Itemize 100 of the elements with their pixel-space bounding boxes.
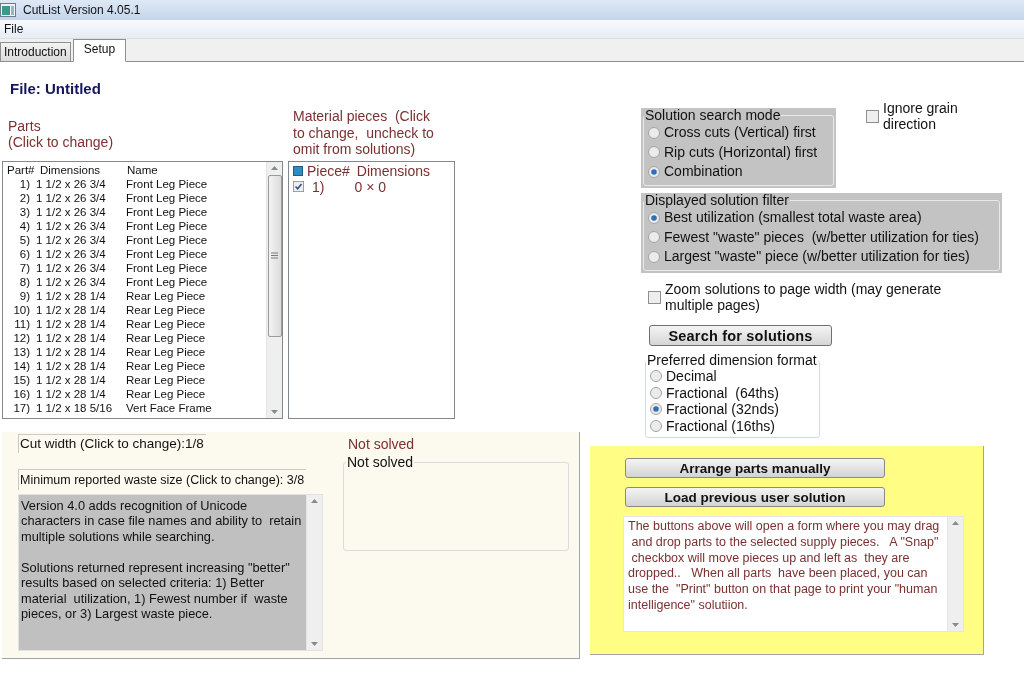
part-dimensions: 1 1/2 x 26 3/4 — [36, 260, 106, 275]
up-arrow-icon[interactable] — [271, 165, 278, 170]
radio-icon[interactable] — [650, 403, 662, 416]
app-icon — [0, 3, 16, 17]
group-title: Preferred dimension format — [646, 353, 818, 368]
part-number: 8) — [19, 274, 30, 289]
part-name: Rear Leg Piece — [126, 344, 206, 359]
notes-text: The buttons above will open a form where you may drag and drop parts to the selected supply pieces. A "Snap" checkbox will move pieces up and left as they are dropped.. When all parts have been placed, you can use the "Print" button on that page to print your "human intelligence" solutiion. — [627, 518, 941, 614]
part-name: Front Leg Piece — [126, 190, 208, 205]
radio-option[interactable]: Fractional (16ths) — [650, 417, 775, 434]
part-dimensions: 1 1/2 x 26 3/4 — [36, 246, 106, 261]
scrollbar[interactable] — [266, 161, 282, 418]
parts-label: Parts (Click to change) — [8, 117, 114, 150]
radio-icon[interactable] — [648, 211, 660, 224]
checkbox-icon[interactable] — [293, 181, 304, 192]
piece-dimensions: 0 × 0 — [354, 178, 386, 195]
scrollbar-thumb[interactable] — [267, 174, 282, 337]
up-arrow-icon[interactable] — [952, 521, 959, 525]
part-dimensions: 1 1/2 x 28 1/4 — [36, 344, 106, 359]
part-number: 12) — [13, 330, 30, 345]
radio-option[interactable]: Rip cuts (Horizontal) first — [648, 142, 818, 162]
part-name: Front Leg Piece — [126, 176, 208, 191]
square-icon — [293, 165, 303, 176]
notes-field[interactable] — [623, 516, 964, 632]
checkbox-icon[interactable] — [866, 110, 879, 123]
radio-option[interactable]: Best utilization (smallest total waste area) — [648, 208, 922, 228]
part-name: Rear Leg Piece — [126, 302, 206, 317]
part-number: 17) — [13, 400, 30, 415]
window-title: CutList Version 4.05.1 — [23, 3, 141, 17]
down-arrow-icon[interactable] — [952, 623, 959, 627]
radio-option[interactable]: Decimal — [650, 368, 717, 385]
checkbox-icon[interactable] — [648, 291, 661, 304]
frame-title: Not solved — [346, 454, 415, 470]
part-name: Front Leg Piece — [126, 246, 208, 261]
part-name: Front Leg Piece — [126, 232, 208, 247]
menu-item[interactable]: File — [4, 22, 24, 36]
part-number: 9) — [19, 288, 30, 303]
radio-option[interactable]: Fewest "waste" pieces (w/better utilization for ties) — [648, 227, 979, 247]
radio-icon[interactable] — [650, 419, 662, 432]
part-dimensions: 1 1/2 x 28 1/4 — [36, 372, 106, 387]
status-label: Not solved — [348, 435, 415, 452]
down-arrow-icon[interactable] — [271, 409, 278, 414]
part-dimensions: 1 1/2 x 28 1/4 — [36, 386, 106, 401]
part-dimensions: 1 1/2 x 28 1/4 — [36, 358, 106, 373]
radio-icon[interactable] — [648, 165, 660, 178]
manual-button[interactable]: Load previous user solution — [625, 487, 885, 507]
part-number: 5) — [19, 232, 30, 247]
tab[interactable]: Setup — [72, 39, 127, 62]
radio-icon[interactable] — [648, 231, 660, 244]
parts-list[interactable] — [2, 160, 283, 419]
group-title: Solution search mode — [644, 108, 782, 123]
up-arrow-icon[interactable] — [311, 498, 318, 503]
column-header: Part# — [7, 162, 35, 177]
column-header: Dimensions — [40, 162, 101, 177]
material-list[interactable]: Piece# Dimensions 1) 0 × 0 — [288, 160, 455, 419]
down-arrow-icon[interactable] — [311, 641, 318, 646]
radio-icon[interactable] — [648, 250, 660, 263]
part-dimensions: 1 1/2 x 18 5/16 — [36, 400, 113, 415]
radio-option[interactable]: Fractional (64ths) — [650, 384, 779, 401]
part-name: Vert Face Frame — [126, 400, 212, 415]
part-number: 3) — [19, 204, 30, 219]
part-number: 14) — [13, 358, 30, 373]
radio-option[interactable]: Combination — [648, 162, 743, 182]
part-number: 16) — [13, 386, 30, 401]
radio-icon[interactable] — [650, 370, 662, 383]
part-dimensions: 1 1/2 x 26 3/4 — [36, 190, 106, 205]
radio-icon[interactable] — [648, 146, 660, 159]
part-dimensions: 1 1/2 x 28 1/4 — [36, 288, 106, 303]
part-name: Rear Leg Piece — [126, 358, 206, 373]
search-button[interactable]: Search for solutions — [649, 325, 832, 346]
part-name: Rear Leg Piece — [126, 372, 206, 387]
part-name: Rear Leg Piece — [126, 288, 206, 303]
part-name: Front Leg Piece — [126, 260, 208, 275]
radio-icon[interactable] — [650, 386, 662, 399]
part-number: 2) — [19, 190, 30, 205]
checkbox-option[interactable]: Ignore grain direction — [866, 101, 958, 132]
part-name: Rear Leg Piece — [126, 316, 206, 331]
part-dimensions: 1 1/2 x 28 1/4 — [36, 330, 106, 345]
group-title: Displayed solution filter — [644, 193, 790, 208]
part-number: 15) — [13, 372, 30, 387]
radio-option[interactable]: Fractional (32nds) — [650, 401, 779, 418]
radio-option[interactable]: Largest "waste" piece (w/better utilization for ties) — [648, 247, 970, 267]
part-name: Front Leg Piece — [126, 204, 208, 219]
scrollbar[interactable] — [947, 517, 963, 631]
part-number: 1) — [19, 176, 30, 191]
part-number: 11) — [14, 316, 30, 331]
column-header: Dimensions — [356, 162, 430, 179]
piece-number: 1) — [312, 178, 325, 195]
checkbox-option[interactable]: Zoom solutions to page width (may generate multiple pages) — [648, 282, 942, 313]
part-dimensions: 1 1/2 x 26 3/4 — [36, 176, 106, 191]
cut-width-label[interactable]: Cut width (Click to change):1/8 — [18, 433, 206, 453]
notes-field[interactable] — [18, 493, 323, 651]
radio-icon[interactable] — [648, 126, 660, 139]
min-waste-label[interactable]: Minimum reported waste size (Click to change): 3/8 — [18, 468, 307, 490]
part-number: 4) — [19, 218, 30, 233]
manual-button[interactable]: Arrange parts manually — [625, 458, 885, 478]
tab[interactable]: Introduction — [0, 42, 71, 62]
radio-option[interactable]: Cross cuts (Vertical) first — [648, 123, 816, 143]
column-header: Name — [127, 162, 158, 177]
scrollbar[interactable] — [306, 494, 322, 650]
